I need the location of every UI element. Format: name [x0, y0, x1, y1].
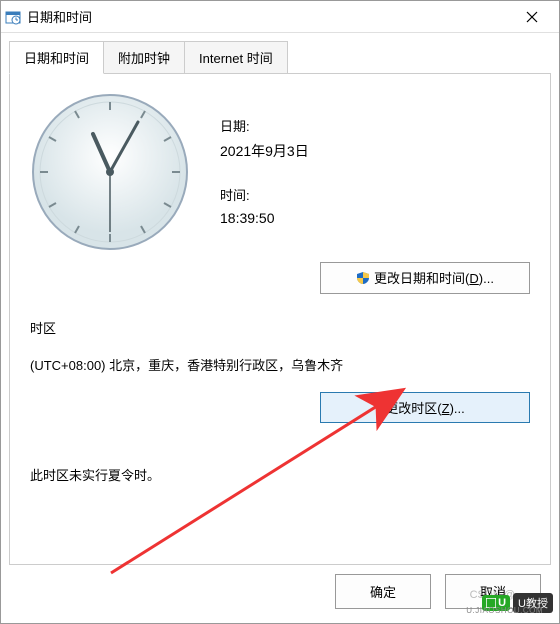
top-section: 日期: 2021年9月3日 时间: 18:39:50	[30, 92, 530, 252]
timezone-section-label: 时区	[30, 318, 530, 337]
tab-bar: 日期和时间 附加时钟 Internet 时间	[1, 33, 559, 74]
tab-panel: 日期: 2021年9月3日 时间: 18:39:50 更改日期和时间(D)...…	[9, 73, 551, 565]
analog-clock	[30, 92, 190, 252]
date-time-icon	[5, 9, 21, 25]
titlebar: 日期和时间	[1, 1, 559, 33]
change-timezone-label-prefix: 更改时区(	[385, 401, 441, 416]
change-timezone-label-suffix: )...	[450, 401, 465, 416]
change-datetime-label-prefix: 更改日期和时间(	[374, 271, 469, 286]
change-timezone-row: 更改时区(Z)...	[30, 392, 530, 423]
time-value: 18:39:50	[220, 210, 309, 226]
change-datetime-button[interactable]: 更改日期和时间(D)...	[320, 262, 530, 294]
date-label: 日期:	[220, 116, 309, 135]
date-time-dialog: 日期和时间 日期和时间 附加时钟 Internet 时间	[0, 0, 560, 624]
ok-button[interactable]: 确定	[335, 574, 431, 609]
change-datetime-key: D	[469, 271, 478, 286]
close-icon	[526, 11, 538, 23]
watermark-brand: U U教授 U.JIAOSHOU.COM	[482, 593, 553, 613]
tab-additional-clocks[interactable]: 附加时钟	[104, 41, 185, 74]
window-title: 日期和时间	[27, 7, 509, 26]
tab-internet-time[interactable]: Internet 时间	[185, 41, 288, 74]
shield-icon	[356, 271, 370, 288]
date-value: 2021年9月3日	[220, 141, 309, 161]
timezone-value: (UTC+08:00) 北京，重庆，香港特别行政区，乌鲁木齐	[30, 355, 530, 374]
change-timezone-button[interactable]: 更改时区(Z)...	[320, 392, 530, 423]
time-label: 时间:	[220, 185, 309, 204]
tab-date-time[interactable]: 日期和时间	[9, 41, 104, 74]
dst-note: 此时区未实行夏令时。	[30, 465, 530, 484]
change-timezone-key: Z	[442, 401, 450, 416]
change-datetime-label-suffix: )...	[479, 271, 494, 286]
close-button[interactable]	[509, 2, 555, 32]
change-datetime-row: 更改日期和时间(D)...	[30, 262, 530, 294]
info-section: 日期: 2021年9月3日 时间: 18:39:50	[220, 92, 309, 252]
